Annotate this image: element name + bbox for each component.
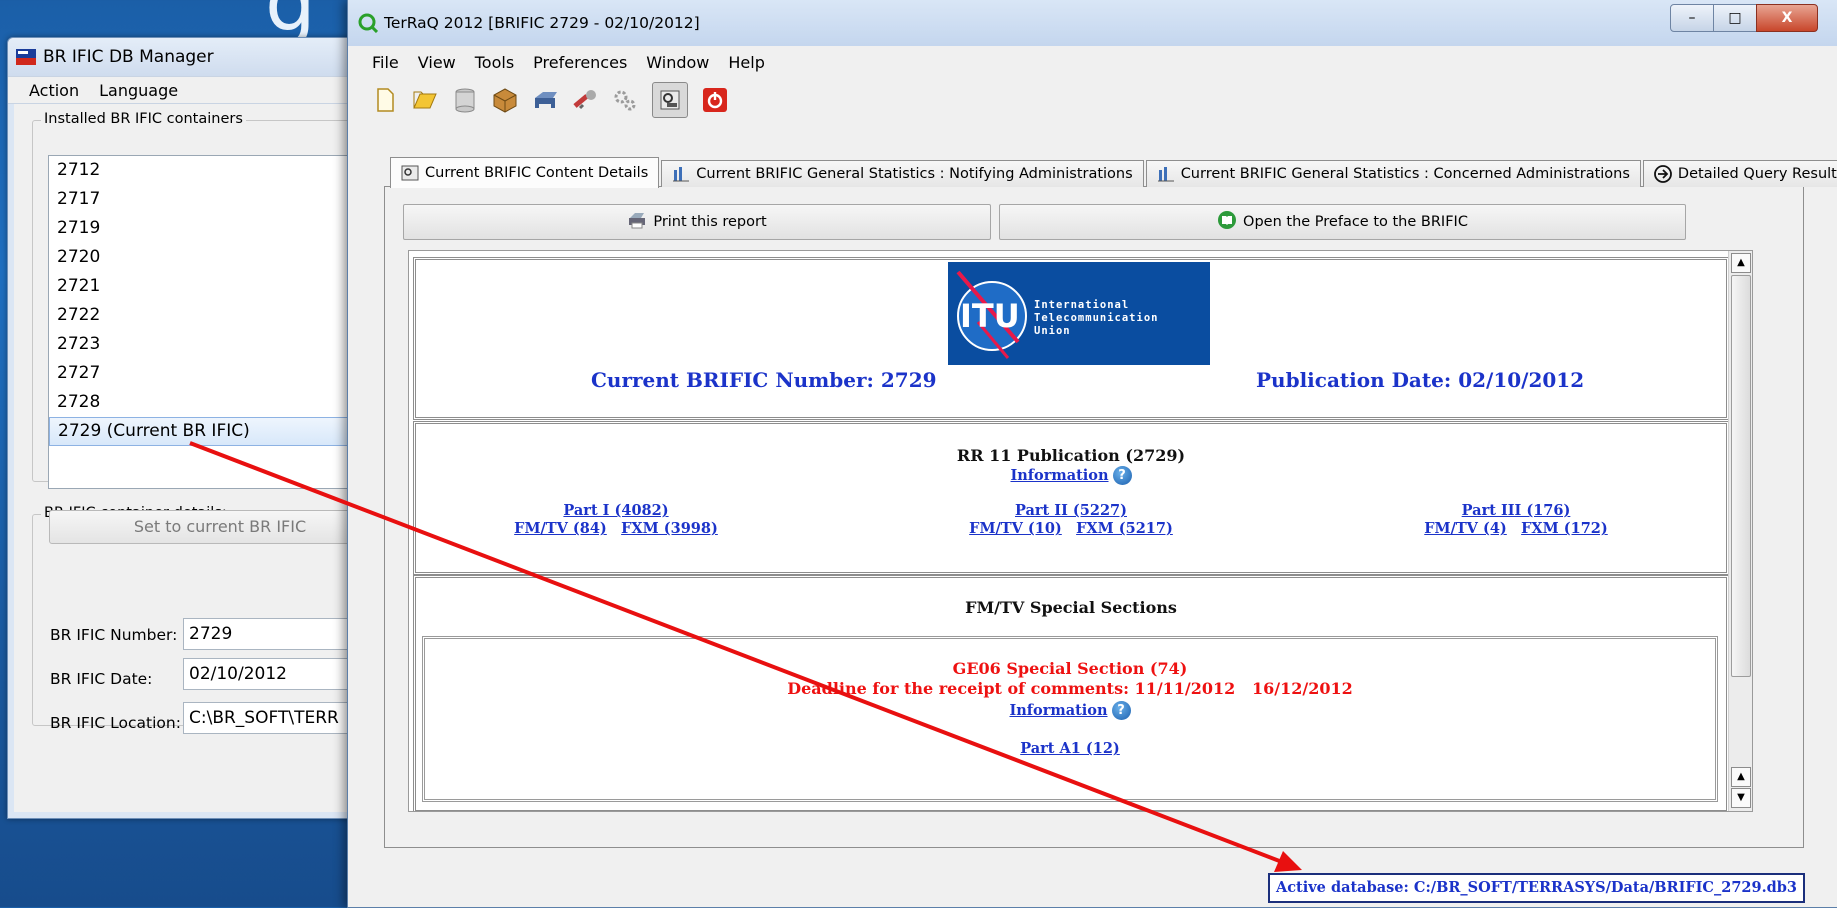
- menu-view[interactable]: View: [418, 53, 456, 72]
- close-button[interactable]: X: [1756, 4, 1818, 32]
- rr11-section: RR 11 Publication (2729) Information? Pa…: [413, 421, 1729, 575]
- open-preface-label: Open the Preface to the BRIFIC: [1243, 214, 1468, 230]
- brific-number: Current BRIFIC Number: 2729: [591, 368, 937, 392]
- menu-file[interactable]: File: [372, 53, 399, 72]
- report-header-section: ITU International Telecommunication Unio…: [413, 257, 1729, 420]
- menu-help[interactable]: Help: [728, 53, 764, 72]
- db-manager-window: BR IFIC DB Manager Action Language Insta…: [7, 37, 410, 819]
- rr11-title: RR 11 Publication (2729): [956, 446, 1186, 465]
- itu-logo: ITU International Telecommunication Unio…: [948, 262, 1210, 365]
- date-label: BR IFIC Date:: [50, 670, 153, 688]
- menu-action[interactable]: Action: [29, 81, 79, 100]
- open-preface-button[interactable]: Open the Preface to the BRIFIC: [999, 204, 1686, 240]
- tab-label: Current BRIFIC General Statistics : Noti…: [696, 166, 1133, 182]
- minimize-button[interactable]: –: [1670, 4, 1714, 32]
- menu-preferences[interactable]: Preferences: [533, 53, 627, 72]
- settings-gears-icon[interactable]: [612, 87, 638, 113]
- book-icon: [1217, 210, 1237, 234]
- part-2-block: Part II (5227) FM/TV (10) FXM (5217): [906, 502, 1236, 537]
- menu-language[interactable]: Language: [99, 81, 178, 100]
- ge06-information-link[interactable]: Information: [1009, 702, 1107, 719]
- part-1-fmtv-link[interactable]: FM/TV (84): [514, 520, 607, 537]
- terraq-titlebar[interactable]: TerRaQ 2012 [BRIFIC 2729 - 02/10/2012] –…: [348, 0, 1837, 46]
- part-2-fmtv-link[interactable]: FM/TV (10): [969, 520, 1062, 537]
- db-manager-menubar: Action Language: [8, 76, 378, 104]
- terraq-window: TerRaQ 2012 [BRIFIC 2729 - 02/10/2012] –…: [347, 0, 1837, 908]
- installed-containers-label: Installed BR IFIC containers: [41, 111, 246, 127]
- help-icon[interactable]: ?: [1112, 466, 1132, 485]
- itu-logo-line: International: [1034, 299, 1130, 311]
- scroll-down-icon[interactable]: ▼: [1731, 788, 1751, 808]
- tab-label: Current BRIFIC Content Details: [425, 165, 649, 181]
- part-2-fxm-link[interactable]: FXM (5217): [1076, 520, 1173, 537]
- package-icon[interactable]: [492, 87, 518, 113]
- print-report-label: Print this report: [653, 214, 767, 230]
- query-icon: [401, 165, 419, 181]
- arrow-right-circle-icon: [1654, 165, 1672, 183]
- part-3-fmtv-link[interactable]: FM/TV (4): [1424, 520, 1507, 537]
- db-manager-titlebar[interactable]: BR IFIC DB Manager: [8, 38, 378, 76]
- power-icon[interactable]: [702, 87, 728, 113]
- part-1-link[interactable]: Part I (4082): [451, 502, 781, 519]
- report-view[interactable]: ITU International Telecommunication Unio…: [408, 250, 1753, 812]
- report-scrollbar[interactable]: ▲ ▲ ▼: [1728, 251, 1752, 811]
- part-3-block: Part III (176) FM/TV (4) FXM (172): [1351, 502, 1681, 537]
- statistics-icon: [672, 166, 690, 182]
- scroll-up-icon[interactable]: ▲: [1731, 253, 1751, 273]
- menu-tools[interactable]: Tools: [475, 53, 514, 72]
- part-1-block: Part I (4082) FM/TV (84) FXM (3998): [451, 502, 781, 537]
- database-icon[interactable]: [452, 87, 478, 113]
- rr11-information-link[interactable]: Information: [1010, 467, 1108, 484]
- statistics-icon: [1157, 166, 1175, 182]
- special-sections-title: FM/TV Special Sections: [965, 598, 1177, 617]
- set-current-button[interactable]: Set to current BR IFIC: [49, 510, 391, 544]
- query-icon[interactable]: [652, 82, 688, 118]
- tab-query-results[interactable]: Detailed Query Results: [1642, 160, 1837, 187]
- maximize-button[interactable]: □: [1713, 4, 1757, 32]
- menu-window[interactable]: Window: [646, 53, 709, 72]
- special-sections: FM/TV Special Sections GE06 Special Sect…: [413, 575, 1729, 811]
- help-icon[interactable]: ?: [1111, 701, 1131, 720]
- part-1-fxm-link[interactable]: FXM (3998): [621, 520, 718, 537]
- printer-icon: [627, 211, 647, 233]
- ge06-deadline: Deadline for the receipt of comments: 11…: [787, 679, 1353, 698]
- printer-icon[interactable]: [532, 87, 558, 113]
- itu-logo-line: Telecommunication: [1034, 312, 1159, 324]
- scroll-up-icon[interactable]: ▲: [1731, 767, 1751, 787]
- tab-label: Current BRIFIC General Statistics : Conc…: [1180, 166, 1630, 182]
- new-file-icon[interactable]: [372, 87, 398, 113]
- part-3-link[interactable]: Part III (176): [1351, 502, 1681, 519]
- part-2-link[interactable]: Part II (5227): [906, 502, 1236, 519]
- open-folder-icon[interactable]: [412, 87, 438, 113]
- terraq-app-icon: [358, 13, 378, 33]
- publication-date: Publication Date: 02/10/2012: [1256, 368, 1585, 392]
- tools-icon[interactable]: [572, 87, 598, 113]
- terraq-menubar: File View Tools Preferences Window Help: [348, 46, 1837, 78]
- tab-notifying-admins[interactable]: Current BRIFIC General Statistics : Noti…: [661, 160, 1144, 187]
- tab-concerned-admins[interactable]: Current BRIFIC General Statistics : Conc…: [1145, 160, 1641, 187]
- active-database-status: Active database: C:/BR_SOFT/TERRASYS/Dat…: [1267, 873, 1805, 903]
- scroll-thumb[interactable]: [1731, 275, 1751, 677]
- tab-content-details[interactable]: Current BRIFIC Content Details: [390, 157, 660, 188]
- terraq-title: TerRaQ 2012 [BRIFIC 2729 - 02/10/2012]: [384, 14, 700, 32]
- db-manager-app-icon: [16, 49, 36, 65]
- location-label: BR IFIC Location:: [50, 714, 181, 732]
- db-manager-title: BR IFIC DB Manager: [43, 47, 214, 67]
- part-3-fxm-link[interactable]: FXM (172): [1521, 520, 1608, 537]
- itu-logo-line: Union: [1034, 325, 1071, 337]
- ge06-section: GE06 Special Section (74) Deadline for t…: [422, 636, 1718, 802]
- part-a1-link[interactable]: Part A1 (12): [1020, 740, 1120, 757]
- terraq-toolbar: [348, 78, 1837, 122]
- ge06-title: GE06 Special Section (74): [952, 659, 1188, 678]
- number-label: BR IFIC Number:: [50, 626, 178, 644]
- terraq-client: Current BRIFIC Content Details Current B…: [348, 122, 1837, 907]
- itu-logo-letters: ITU: [960, 297, 1020, 335]
- tab-bar: Current BRIFIC Content Details Current B…: [390, 157, 1837, 188]
- print-report-button[interactable]: Print this report: [403, 204, 991, 240]
- tab-label: Detailed Query Results: [1677, 166, 1837, 182]
